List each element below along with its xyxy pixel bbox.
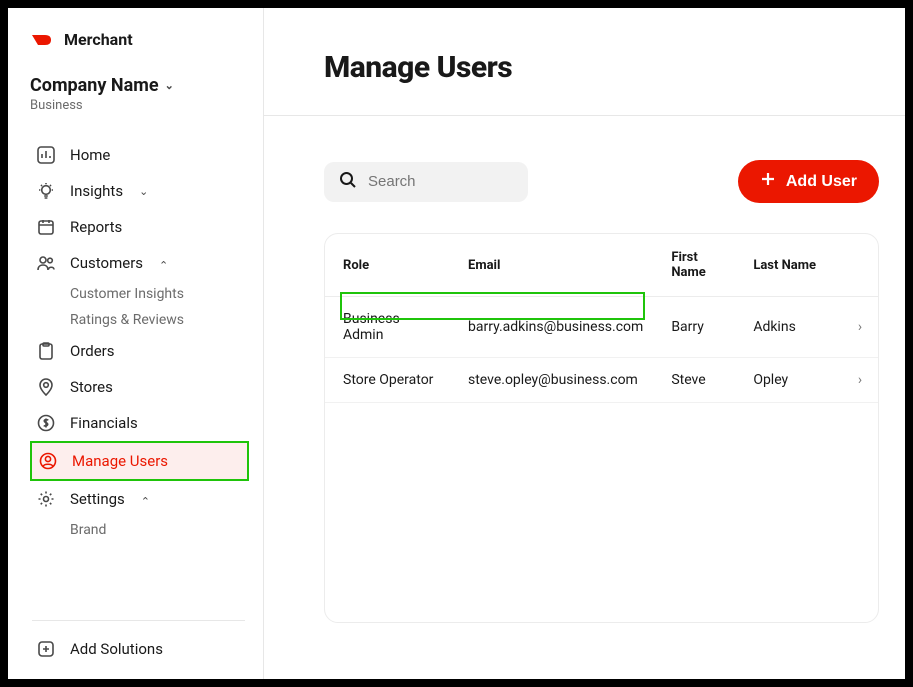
table-header-first-name[interactable]: First Name: [653, 234, 735, 297]
sidebar-item-label: Customers: [70, 254, 143, 272]
cell-last-name: Adkins: [735, 297, 834, 358]
button-label: Add User: [786, 173, 857, 191]
search-icon: [338, 170, 358, 194]
user-circle-icon: [38, 451, 58, 471]
lightbulb-icon: [36, 181, 56, 201]
table-row[interactable]: Store Operator steve.opley@business.com …: [325, 358, 878, 403]
sidebar-item-home[interactable]: Home: [30, 137, 249, 173]
people-icon: [36, 253, 56, 273]
sidebar-item-customer-insights[interactable]: Customer Insights: [70, 281, 263, 307]
main: Manage Users Add User: [264, 8, 905, 679]
sidebar: Merchant Company Name ⌄ Business Home: [8, 8, 264, 679]
sidebar-item-orders[interactable]: Orders: [30, 333, 249, 369]
page-header: Manage Users: [264, 8, 905, 116]
add-user-button[interactable]: Add User: [738, 160, 879, 203]
row-expand-icon[interactable]: ›: [834, 358, 878, 403]
chevron-up-icon: ⌃: [141, 495, 150, 508]
sidebar-item-label: Stores: [70, 378, 113, 396]
company-type-label: Business: [30, 98, 263, 113]
sidebar-sub-settings: Brand: [30, 517, 263, 543]
cell-first-name: Steve: [653, 358, 735, 403]
content: Add User Role Email First Name Last Name: [264, 116, 905, 641]
cell-email: steve.opley@business.com: [450, 358, 653, 403]
table-row[interactable]: Business Admin barry.adkins@business.com…: [325, 297, 878, 358]
sidebar-item-label: Insights: [70, 182, 123, 200]
sidebar-item-label: Manage Users: [72, 452, 168, 470]
row-expand-icon[interactable]: ›: [834, 297, 878, 358]
nav: Home Insights ⌄ Reports: [30, 137, 263, 679]
brand: Merchant: [30, 30, 263, 49]
chart-icon: [36, 145, 56, 165]
chevron-up-icon: ⌃: [159, 259, 168, 272]
company-selector[interactable]: Company Name ⌄ Business: [30, 75, 263, 113]
sidebar-sub-customers: Customer Insights Ratings & Reviews: [30, 281, 263, 333]
sidebar-item-label: Home: [70, 146, 110, 164]
sidebar-item-insights[interactable]: Insights ⌄: [30, 173, 249, 209]
cell-email: barry.adkins@business.com: [450, 297, 653, 358]
sidebar-item-label: Add Solutions: [70, 640, 163, 658]
sidebar-item-reports[interactable]: Reports: [30, 209, 249, 245]
brand-label: Merchant: [64, 30, 133, 49]
sidebar-item-stores[interactable]: Stores: [30, 369, 249, 405]
sidebar-item-customers[interactable]: Customers ⌃: [30, 245, 249, 281]
sidebar-item-label: Financials: [70, 414, 138, 432]
page-title: Manage Users: [324, 50, 845, 85]
plus-square-icon: [36, 639, 56, 659]
sidebar-item-brand[interactable]: Brand: [70, 517, 263, 543]
sidebar-item-label: Orders: [70, 342, 115, 360]
toolbar: Add User: [324, 160, 887, 203]
sidebar-item-manage-users[interactable]: Manage Users: [30, 441, 249, 481]
table-header-last-name[interactable]: Last Name: [735, 234, 834, 297]
chevron-right-icon: ›: [858, 319, 862, 335]
users-table: Role Email First Name Last Name Business…: [325, 234, 878, 403]
brand-logo-icon: [30, 32, 54, 48]
sidebar-item-add-solutions[interactable]: Add Solutions: [30, 621, 263, 679]
sidebar-item-label: Reports: [70, 218, 122, 236]
calendar-icon: [36, 217, 56, 237]
search-input[interactable]: [368, 173, 514, 190]
chevron-down-icon: ⌄: [165, 79, 174, 92]
search-box[interactable]: [324, 162, 528, 202]
cell-role: Store Operator: [325, 358, 450, 403]
gear-icon: [36, 489, 56, 509]
cell-last-name: Opley: [735, 358, 834, 403]
sidebar-item-financials[interactable]: Financials: [30, 405, 249, 441]
sidebar-item-ratings-reviews[interactable]: Ratings & Reviews: [70, 307, 263, 333]
cell-first-name: Barry: [653, 297, 735, 358]
table-header-email[interactable]: Email: [450, 234, 653, 297]
location-pin-icon: [36, 377, 56, 397]
dollar-icon: [36, 413, 56, 433]
company-name-label: Company Name: [30, 75, 159, 96]
chevron-down-icon: ⌄: [139, 185, 148, 198]
sidebar-item-settings[interactable]: Settings ⌃: [30, 481, 249, 517]
clipboard-icon: [36, 341, 56, 361]
cell-role: Business Admin: [325, 297, 450, 358]
users-table-card: Role Email First Name Last Name Business…: [324, 233, 879, 623]
sidebar-item-label: Settings: [70, 490, 125, 508]
table-header-role[interactable]: Role: [325, 234, 450, 297]
plus-icon: [760, 171, 776, 192]
chevron-right-icon: ›: [858, 372, 862, 388]
